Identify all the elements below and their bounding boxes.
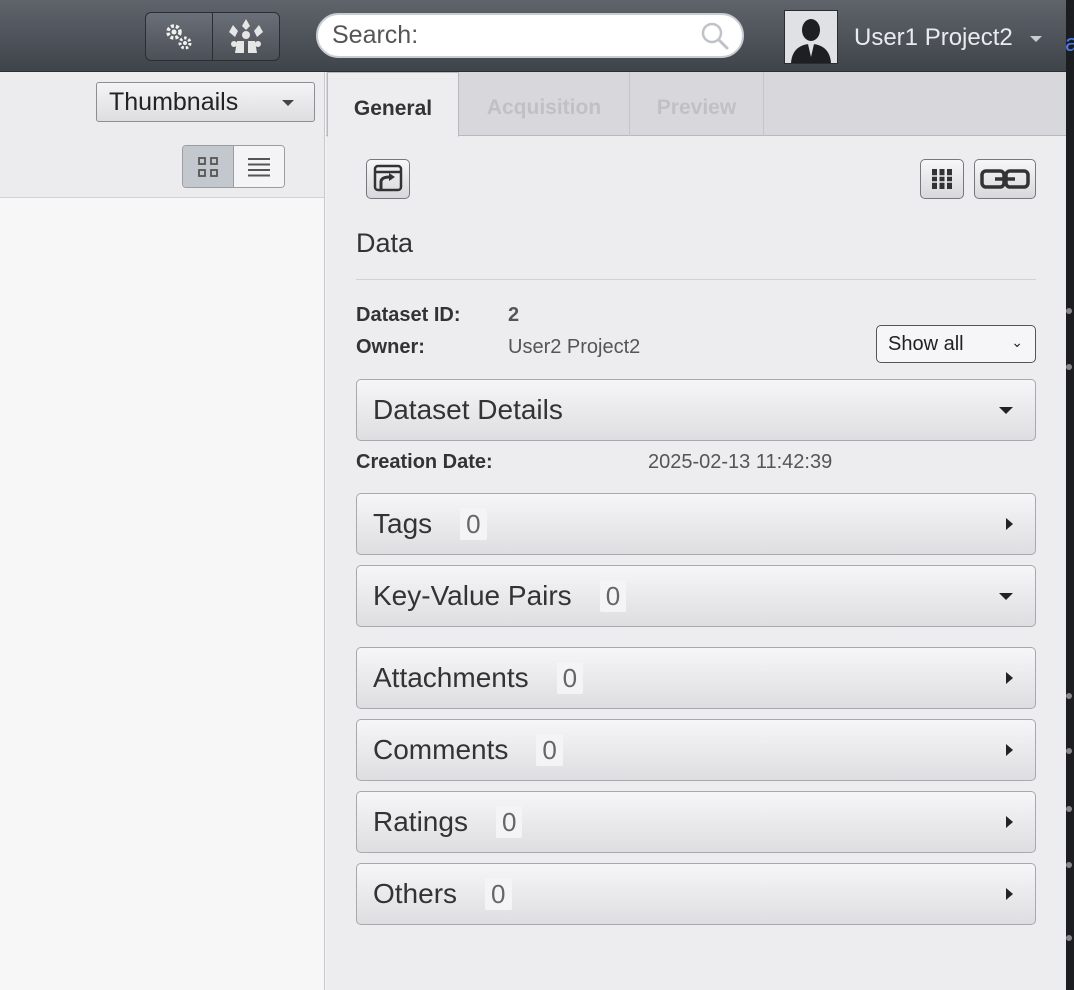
- settings-button[interactable]: [146, 13, 213, 60]
- tab-general[interactable]: General: [327, 72, 459, 137]
- window-edge: a: [1065, 0, 1074, 990]
- center-panel-header: Thumbnails: [0, 72, 324, 198]
- open-window-icon: [373, 164, 403, 192]
- columns-button[interactable]: [920, 159, 964, 199]
- user-silhouette-icon: [791, 19, 831, 63]
- grid-view-icon: [198, 156, 218, 177]
- accordion-title: Comments: [373, 734, 509, 765]
- tab-bar: General Acquisition Preview: [326, 72, 1066, 137]
- count-badge: 0: [460, 508, 487, 540]
- copy-link-button[interactable]: [974, 159, 1036, 199]
- panel-title: Data: [356, 228, 414, 258]
- share-button[interactable]: [213, 13, 279, 60]
- search-box[interactable]: [316, 13, 744, 58]
- creation-date-label: Creation Date:: [356, 451, 493, 473]
- attachments-header[interactable]: Attachments 0: [356, 647, 1036, 709]
- list-view-button[interactable]: [234, 146, 284, 187]
- edge-dot: [1066, 308, 1072, 314]
- others-header[interactable]: Others 0: [356, 863, 1036, 925]
- edge-dot: [1066, 748, 1072, 754]
- creation-date-value: 2025-02-13 11:42:39: [648, 451, 833, 473]
- dataset-id-label: Dataset ID:: [356, 304, 461, 326]
- edge-dot: [1066, 862, 1072, 868]
- show-all-select[interactable]: Show all ⌄: [876, 325, 1036, 363]
- edge-dot: [1066, 806, 1072, 812]
- count-badge: 0: [485, 878, 512, 910]
- open-in-viewer-button[interactable]: [366, 159, 410, 199]
- count-badge: 0: [599, 580, 627, 612]
- caret-right-icon: [1006, 888, 1013, 900]
- ratings-header[interactable]: Ratings 0: [356, 791, 1036, 853]
- tags-header[interactable]: Tags 0: [356, 493, 1036, 555]
- accordion-title: Key-Value Pairs: [373, 580, 572, 611]
- view-mode-select[interactable]: Thumbnails: [96, 82, 315, 122]
- list-view-icon: [248, 157, 270, 176]
- edge-dot: [1066, 935, 1072, 941]
- show-all-label: Show all: [888, 333, 964, 355]
- caret-down-icon: [999, 593, 1013, 600]
- center-panel: Thumbnails: [0, 72, 325, 990]
- grid-view-button[interactable]: [183, 146, 234, 187]
- edge-dot: [1066, 364, 1072, 370]
- right-panel: General Acquisition Preview Data Dataset…: [326, 72, 1066, 990]
- caret-right-icon: [1006, 518, 1013, 530]
- user-menu-name[interactable]: User1 Project2: [854, 24, 1013, 52]
- edge-link-fragment: a: [1065, 30, 1074, 57]
- accordion-title: Others: [373, 878, 458, 909]
- toolbar-button-group: [145, 12, 280, 61]
- search-icon[interactable]: [700, 21, 730, 51]
- edge-dot: [1066, 693, 1072, 699]
- tab-acquisition[interactable]: Acquisition: [459, 72, 630, 136]
- caret-right-icon: [1006, 816, 1013, 828]
- top-bar: User1 Project2: [0, 0, 1066, 72]
- accordion-title: Dataset Details: [373, 394, 563, 425]
- chevron-down-icon: ⌄: [1011, 334, 1023, 350]
- count-badge: 0: [536, 734, 563, 766]
- caret-down-icon: [282, 100, 294, 106]
- dataset-id-value: 2: [508, 304, 520, 326]
- tab-preview[interactable]: Preview: [630, 72, 764, 136]
- chevron-down-icon[interactable]: [1030, 36, 1042, 42]
- count-badge: 0: [556, 662, 584, 694]
- accordion-title: Attachments: [373, 662, 529, 693]
- caret-down-icon: [999, 407, 1013, 414]
- owner-value: User2 Project2: [508, 336, 641, 358]
- key-value-pairs-header[interactable]: Key-Value Pairs 0: [356, 565, 1036, 627]
- gears-icon: [166, 23, 192, 49]
- search-input[interactable]: [332, 21, 700, 50]
- group-icon: [229, 18, 263, 53]
- count-badge: 0: [495, 806, 523, 838]
- link-icon: [980, 169, 1030, 189]
- owner-label: Owner:: [356, 336, 425, 358]
- caret-right-icon: [1006, 744, 1013, 756]
- accordion-title: Ratings: [373, 806, 468, 837]
- layout-toggle: [182, 145, 285, 188]
- grid-columns-icon: [932, 169, 952, 189]
- accordion-title: Tags: [373, 508, 433, 539]
- comments-header[interactable]: Comments 0: [356, 719, 1036, 781]
- divider: [356, 279, 1036, 280]
- view-mode-label: Thumbnails: [109, 88, 239, 116]
- avatar[interactable]: [784, 10, 838, 64]
- dataset-details-header[interactable]: Dataset Details: [356, 379, 1036, 441]
- caret-right-icon: [1006, 672, 1013, 684]
